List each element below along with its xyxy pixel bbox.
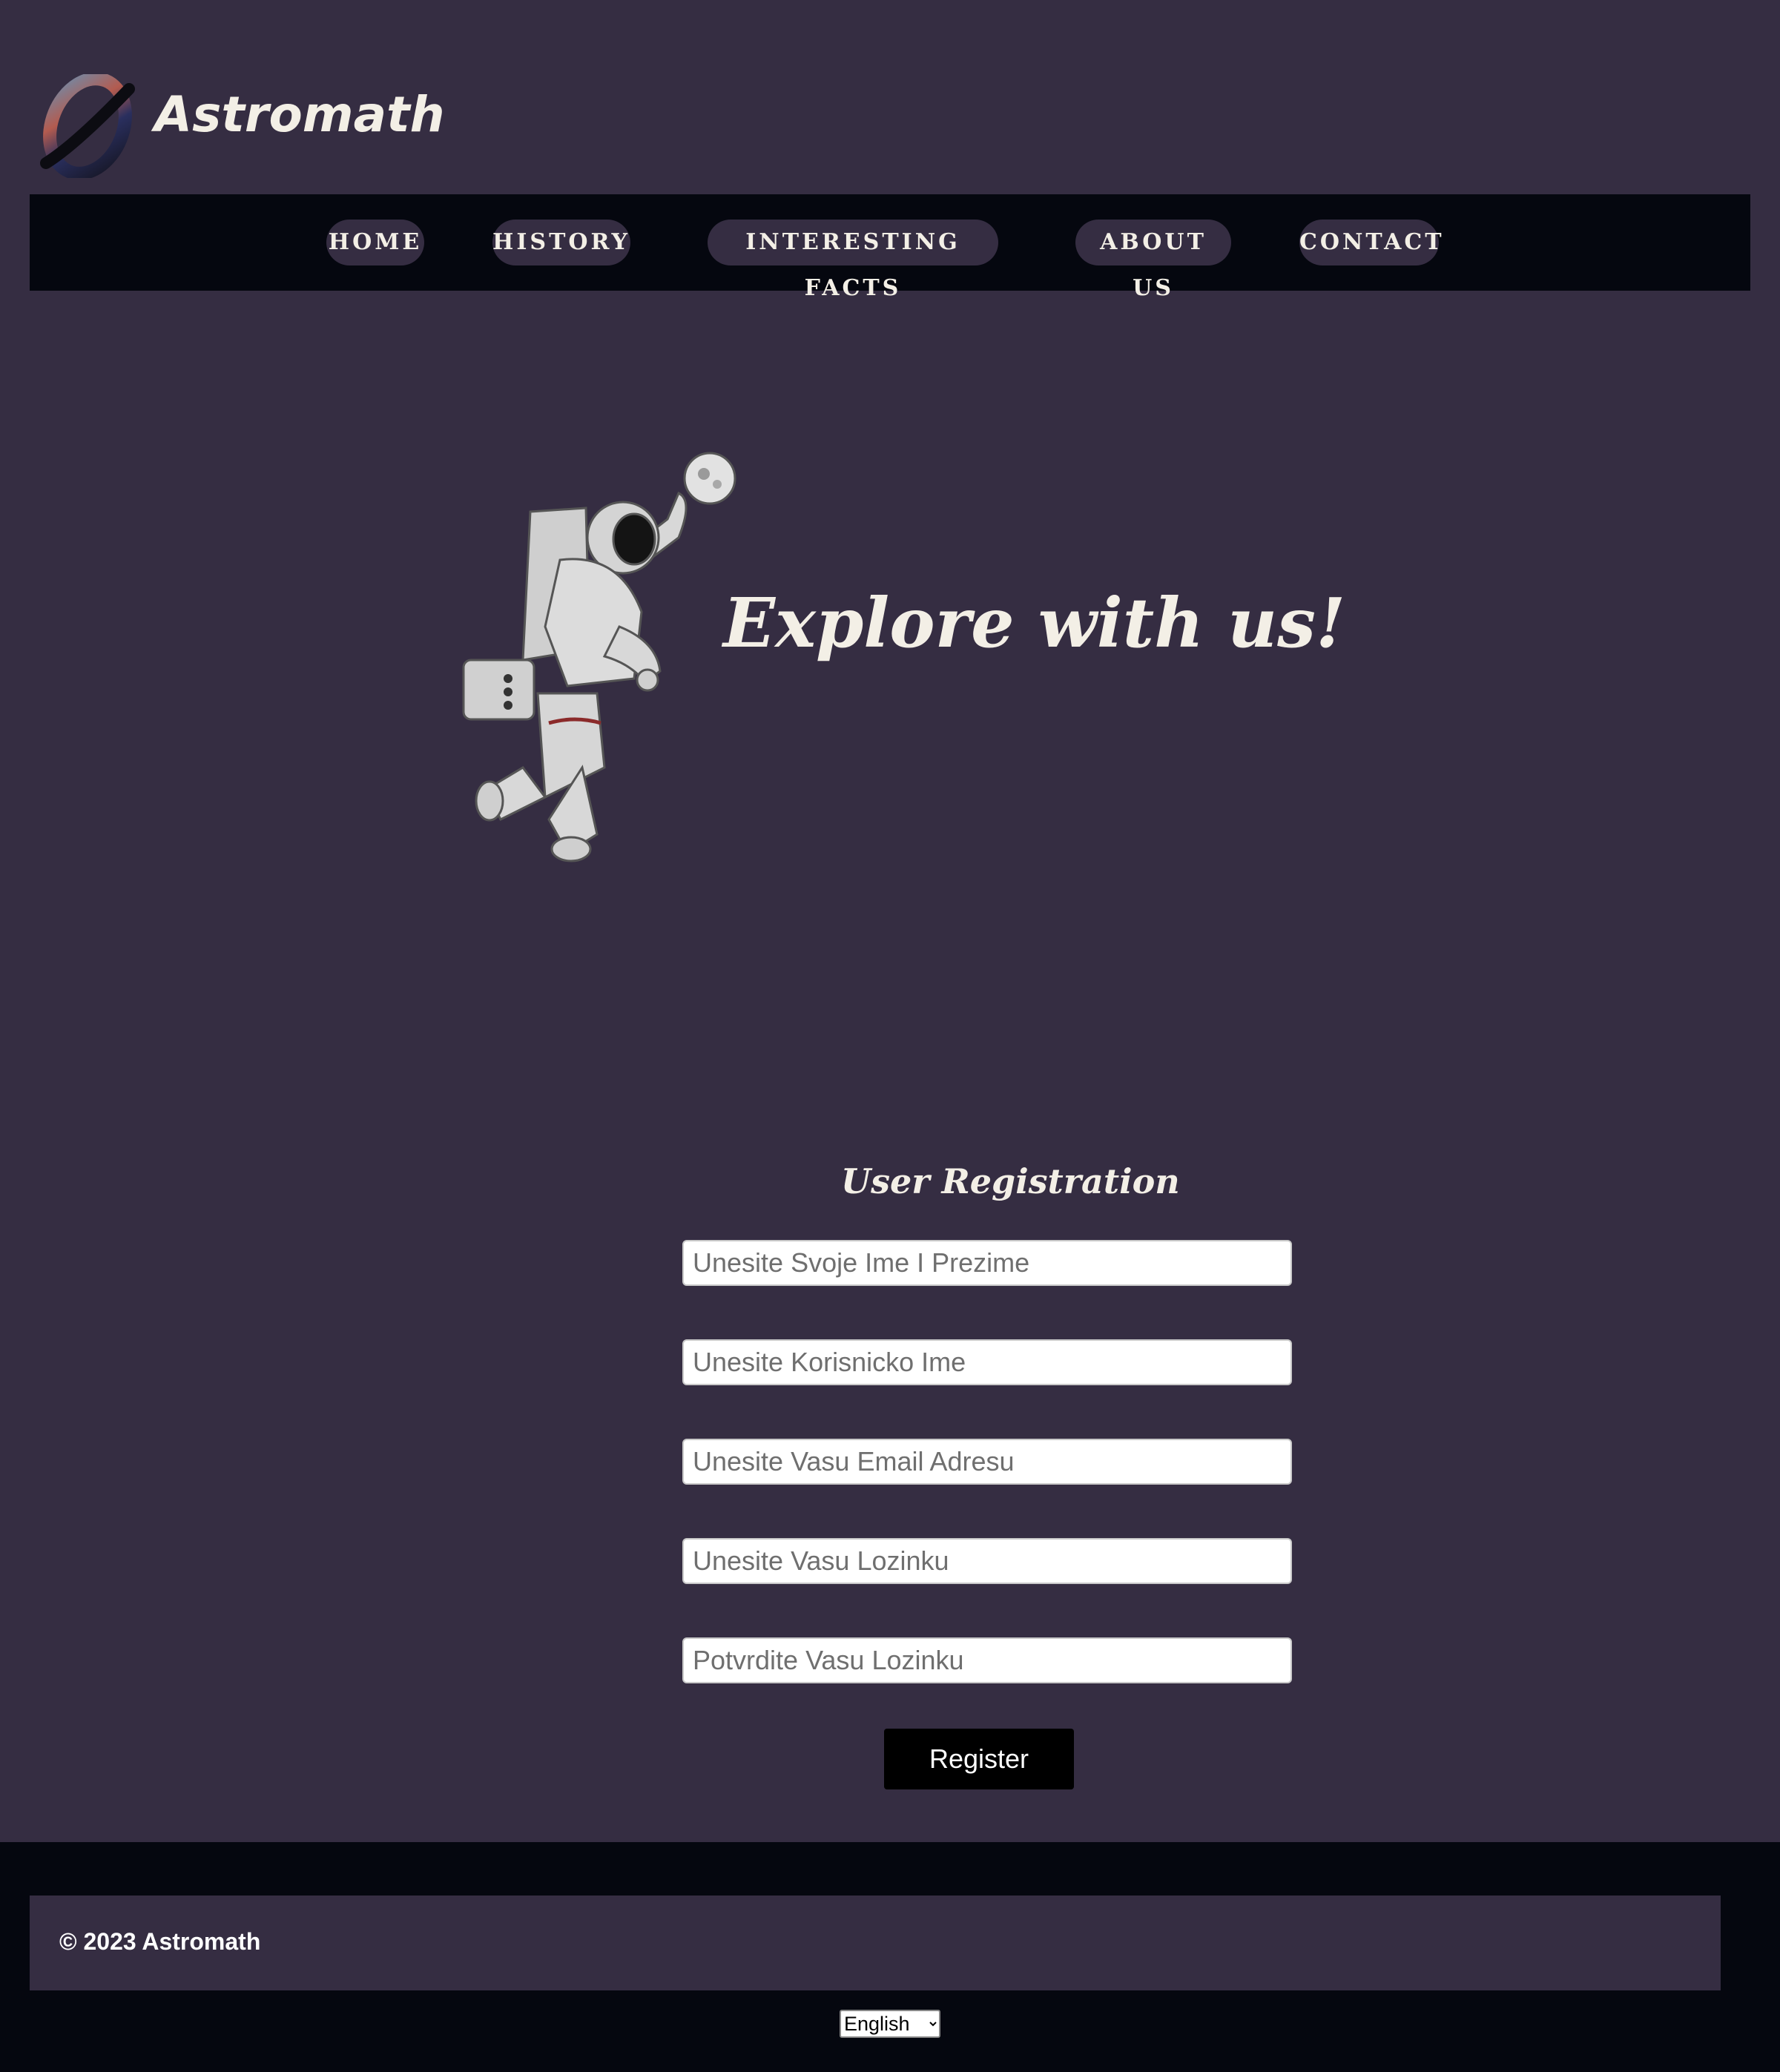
nav-item-interesting-facts[interactable]: INTERESTING FACTS (708, 220, 998, 301)
nav-item-contact[interactable]: CONTACT (1299, 220, 1442, 265)
nav-item-history[interactable]: HISTORY (492, 220, 630, 265)
language-select[interactable]: English (840, 2010, 940, 2038)
nav-item-about-us[interactable]: ABOUT US (1075, 220, 1231, 301)
username-input[interactable] (682, 1339, 1292, 1385)
register-button[interactable]: Register (884, 1729, 1074, 1789)
registration-form-title: User Registration (841, 1161, 1180, 1201)
full-name-input[interactable] (682, 1240, 1292, 1286)
nav-item-home[interactable]: HOME (326, 220, 424, 265)
main-navigation: HOME HISTORY INTERESTING FACTS ABOUT US … (30, 194, 1750, 301)
site-brand-name[interactable]: Astromath (154, 90, 445, 139)
password-input[interactable] (682, 1538, 1292, 1584)
astronaut-illustration (462, 452, 736, 862)
footer-box: © 2023 Astromath (30, 1896, 1721, 1990)
email-input[interactable] (682, 1439, 1292, 1485)
hero-title: Explore with us! (723, 583, 1346, 663)
site-header: Astromath (0, 0, 1780, 194)
confirm-password-input[interactable] (682, 1637, 1292, 1683)
astromath-logo-icon[interactable] (39, 74, 136, 178)
site-footer: © 2023 Astromath English (0, 1842, 1780, 2072)
copyright-text: © 2023 Astromath (59, 1928, 261, 1955)
